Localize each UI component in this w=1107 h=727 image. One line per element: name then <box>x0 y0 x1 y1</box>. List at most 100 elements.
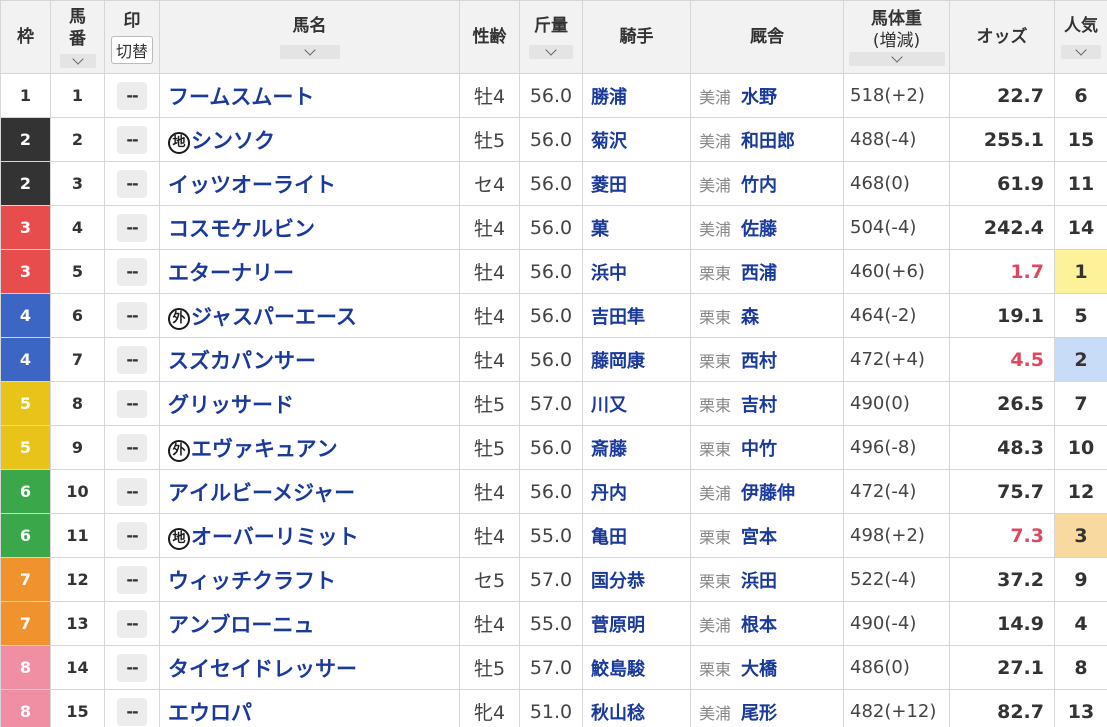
horse-name-link[interactable]: アイルビーメジャー <box>168 481 355 505</box>
header-jockey: 騎手 <box>582 0 691 74</box>
jockey-link[interactable]: 菱田 <box>591 175 627 196</box>
header-name-label: 馬名 <box>292 16 327 36</box>
waku-number: 4 <box>19 306 32 325</box>
mark-select-button[interactable]: -- <box>117 257 147 286</box>
race-entry-table: 枠 馬 番 印 切替 馬名 性齢 斤量 騎手 厩舎 馬体重 (増減) オッズ 人… <box>0 0 1107 727</box>
trainer-link[interactable]: 根本 <box>741 615 777 636</box>
sort-kinryo-button[interactable] <box>529 44 573 59</box>
stable-area: 栗東 <box>699 659 732 679</box>
horse-name-link[interactable]: エウロパ <box>168 701 252 725</box>
popularity-value: 7 <box>1074 392 1088 415</box>
horse-name-link[interactable]: コスモケルビン <box>168 217 315 241</box>
mark-select-button[interactable]: -- <box>117 697 147 726</box>
jockey-link[interactable]: 丹内 <box>591 483 627 504</box>
jockey-link[interactable]: 藤岡康 <box>591 351 645 372</box>
mark-cell: -- <box>104 337 160 382</box>
trainer-link[interactable]: 吉村 <box>741 395 777 416</box>
horse-name-link[interactable]: アンブローニュ <box>168 613 314 637</box>
trainer-link[interactable]: 水野 <box>741 87 777 108</box>
jockey-link[interactable]: 川又 <box>591 395 627 416</box>
popularity-value: 14 <box>1067 216 1095 239</box>
horse-name-link[interactable]: イッツオーライト <box>168 173 336 197</box>
trainer-link[interactable]: 西村 <box>741 351 777 372</box>
jockey-link[interactable]: 国分恭 <box>591 571 645 592</box>
mark-select-button[interactable]: -- <box>117 609 147 638</box>
kinryo-cell: 56.0 <box>519 337 583 382</box>
header-umaban[interactable]: 馬 番 <box>50 0 105 74</box>
trainer-link[interactable]: 宮本 <box>741 527 777 548</box>
horse-name-cell: コスモケルビン <box>159 205 460 250</box>
jockey-link[interactable]: 勝浦 <box>591 87 627 108</box>
horse-name-link[interactable]: グリッサード <box>168 393 294 417</box>
mark-select-button[interactable]: -- <box>117 125 147 154</box>
popularity-cell: 12 <box>1054 469 1107 514</box>
trainer-link[interactable]: 中竹 <box>741 439 777 460</box>
horse-name-link[interactable]: オーバーリミット <box>191 525 359 549</box>
jockey-link[interactable]: 鮫島駿 <box>591 659 645 680</box>
jockey-link[interactable]: 斎藤 <box>591 439 627 460</box>
foreign-horse-badge: 外 <box>168 439 190 462</box>
mark-select-button[interactable]: -- <box>117 521 147 550</box>
stable-area: 美浦 <box>699 87 732 107</box>
mark-select-button[interactable]: -- <box>117 433 147 462</box>
mark-select-button[interactable]: -- <box>117 345 147 374</box>
trainer-link[interactable]: 森 <box>741 307 759 328</box>
weight-value: 496(-8) <box>850 437 917 458</box>
popularity-value: 2 <box>1074 348 1088 371</box>
mark-select-button[interactable]: -- <box>117 81 147 110</box>
mark-select-button[interactable]: -- <box>117 301 147 330</box>
sex-age-cell: 牡5 <box>459 381 520 426</box>
sort-weight-button[interactable] <box>848 51 945 66</box>
jockey-link[interactable]: 亀田 <box>591 527 627 548</box>
jockey-cell: 丹内 <box>582 469 691 514</box>
trainer-link[interactable]: 竹内 <box>741 175 777 196</box>
horse-name-cell: ウィッチクラフト <box>159 557 460 602</box>
sort-umaban-button[interactable] <box>59 53 96 68</box>
jockey-link[interactable]: 秋山稔 <box>591 703 645 724</box>
jockey-link[interactable]: 菅原明 <box>591 615 645 636</box>
horse-name-link[interactable]: エターナリー <box>168 261 294 285</box>
jockey-link[interactable]: 浜中 <box>591 263 627 284</box>
header-name[interactable]: 馬名 <box>159 0 460 74</box>
trainer-link[interactable]: 大橋 <box>741 659 777 680</box>
header-kinryo[interactable]: 斤量 <box>519 0 583 74</box>
trainer-link[interactable]: 西浦 <box>741 263 777 284</box>
jockey-link[interactable]: 吉田隼 <box>591 307 645 328</box>
trainer-link[interactable]: 伊藤伸 <box>741 483 795 504</box>
horse-name-link[interactable]: エヴァキュアン <box>191 437 338 461</box>
umaban-cell: 1 <box>50 73 105 118</box>
horse-name-cell: 外ジャスパーエース <box>159 293 460 338</box>
jockey-cell: 吉田隼 <box>582 293 691 338</box>
chevron-down-icon <box>71 53 84 65</box>
mark-cell: -- <box>104 557 160 602</box>
sort-name-button[interactable] <box>279 44 340 59</box>
foreign-horse-badge: 外 <box>168 307 190 330</box>
header-popularity[interactable]: 人気 <box>1054 0 1107 74</box>
jockey-cell: 菓 <box>582 205 691 250</box>
weight-cell: 464(-2) <box>843 293 950 338</box>
horse-name-link[interactable]: シンソク <box>191 129 275 153</box>
mark-select-button[interactable]: -- <box>117 477 147 506</box>
sort-popularity-button[interactable] <box>1061 44 1101 59</box>
trainer-link[interactable]: 尾形 <box>741 703 777 724</box>
trainer-link[interactable]: 浜田 <box>741 571 777 592</box>
mark-select-button[interactable]: -- <box>117 169 147 198</box>
mark-select-button[interactable]: -- <box>117 653 147 682</box>
horse-name-link[interactable]: ジャスパーエース <box>191 305 357 329</box>
odds-value: 61.9 <box>997 172 1044 195</box>
mark-select-button[interactable]: -- <box>117 213 147 242</box>
waku-number: 8 <box>19 658 32 677</box>
mark-select-button[interactable]: -- <box>117 389 147 418</box>
jockey-link[interactable]: 菊沢 <box>591 131 627 152</box>
jockey-link[interactable]: 菓 <box>591 219 609 240</box>
horse-name-link[interactable]: タイセイドレッサー <box>168 657 357 681</box>
trainer-link[interactable]: 佐藤 <box>741 219 777 240</box>
mark-toggle-button[interactable]: 切替 <box>110 36 153 64</box>
odds-cell: 1.7 <box>949 249 1055 294</box>
header-weight[interactable]: 馬体重 (増減) <box>843 0 950 74</box>
mark-select-button[interactable]: -- <box>117 565 147 594</box>
trainer-link[interactable]: 和田郎 <box>741 131 795 152</box>
horse-name-link[interactable]: ウィッチクラフト <box>168 569 336 593</box>
horse-name-link[interactable]: スズカパンサー <box>168 349 316 373</box>
horse-name-link[interactable]: フームスムート <box>168 85 314 109</box>
